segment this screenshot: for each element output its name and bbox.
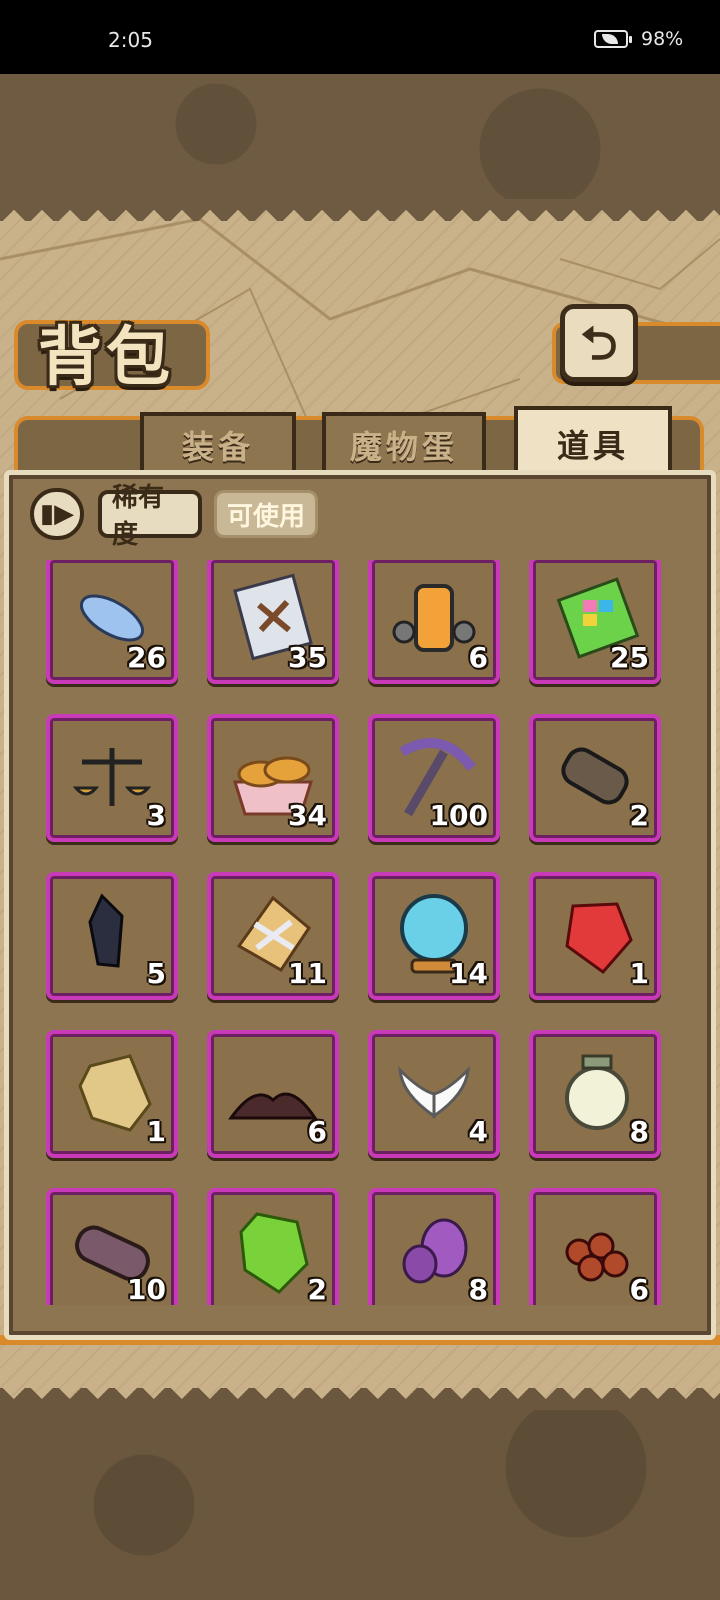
item-quantity: 8 (629, 1115, 649, 1148)
item-slot[interactable]: 2 (207, 1188, 339, 1305)
item-slot[interactable]: 4 (368, 1030, 500, 1158)
page-title: 背包 (38, 321, 174, 395)
item-slot[interactable]: 3 (46, 714, 178, 842)
back-arrow-icon: ⮌ (580, 316, 618, 370)
item-slot[interactable]: 26 (46, 560, 178, 684)
item-slot[interactable]: 6 (368, 560, 500, 684)
item-quantity: 10 (127, 1273, 166, 1305)
item-quantity: 4 (468, 1115, 488, 1148)
item-grid[interactable]: 26 35 6 25 3 34 100 2 5 11 14 1 1 6 4 8 10 2 8 6 (30, 560, 690, 1305)
item-quantity: 1 (629, 957, 649, 990)
item-slot[interactable]: 8 (529, 1030, 661, 1158)
item-slot[interactable]: 35 (207, 560, 339, 684)
item-slot[interactable]: 6 (529, 1188, 661, 1305)
item-quantity: 6 (629, 1273, 649, 1305)
item-slot[interactable]: 34 (207, 714, 339, 842)
background-map-top (0, 74, 720, 199)
tab-items[interactable]: 道具 (514, 406, 672, 478)
item-quantity: 100 (429, 799, 488, 832)
status-time: 2:05 (108, 28, 153, 52)
item-slot[interactable]: 5 (46, 872, 178, 1000)
item-slot[interactable]: 1 (529, 872, 661, 1000)
item-quantity: 8 (468, 1273, 488, 1305)
item-quantity: 1 (146, 1115, 166, 1148)
filter-usable-button[interactable]: 可使用 (214, 490, 318, 538)
item-slot[interactable]: 25 (529, 560, 661, 684)
item-slot[interactable]: 8 (368, 1188, 500, 1305)
item-quantity: 35 (288, 641, 327, 674)
item-quantity: 11 (288, 957, 327, 990)
item-quantity: 25 (610, 641, 649, 674)
torn-edge-top (0, 199, 720, 221)
item-slot[interactable]: 10 (46, 1188, 178, 1305)
battery-icon (594, 30, 632, 48)
tab-monster-eggs-label: 魔物蛋 (349, 428, 458, 466)
background-map-bottom (0, 1410, 720, 1600)
tab-equipment-label: 装备 (181, 428, 254, 466)
item-quantity: 5 (146, 957, 166, 990)
item-quantity: 3 (146, 799, 166, 832)
filter-rarity-button[interactable]: 稀有度 (98, 483, 202, 550)
torn-edge-bottom (0, 1388, 720, 1410)
battery-percentage: 98% (641, 28, 684, 50)
item-slot[interactable]: 11 (207, 872, 339, 1000)
item-quantity: 34 (288, 799, 327, 832)
filter-rarity-label: 稀有度 (112, 483, 165, 550)
item-quantity: 2 (307, 1273, 327, 1305)
sort-toggle-icon: ▮▶ (39, 499, 75, 529)
item-slot[interactable]: 6 (207, 1030, 339, 1158)
tab-items-label: 道具 (556, 427, 629, 465)
tab-monster-eggs[interactable]: 魔物蛋 (322, 412, 486, 474)
item-slot[interactable]: 14 (368, 872, 500, 1000)
sort-toggle-button[interactable]: ▮▶ (30, 488, 84, 540)
item-slot[interactable]: 1 (46, 1030, 178, 1158)
item-quantity: 6 (307, 1115, 327, 1148)
filter-usable-label: 可使用 (227, 501, 306, 532)
back-button[interactable]: ⮌ (560, 304, 638, 382)
status-bar: 2:05 98% (0, 0, 720, 74)
tab-equipment[interactable]: 装备 (140, 412, 296, 474)
item-quantity: 14 (449, 957, 488, 990)
item-quantity: 6 (468, 641, 488, 674)
item-quantity: 26 (127, 641, 166, 674)
item-slot[interactable]: 2 (529, 714, 661, 842)
item-slot[interactable]: 100 (368, 714, 500, 842)
item-quantity: 2 (629, 799, 649, 832)
